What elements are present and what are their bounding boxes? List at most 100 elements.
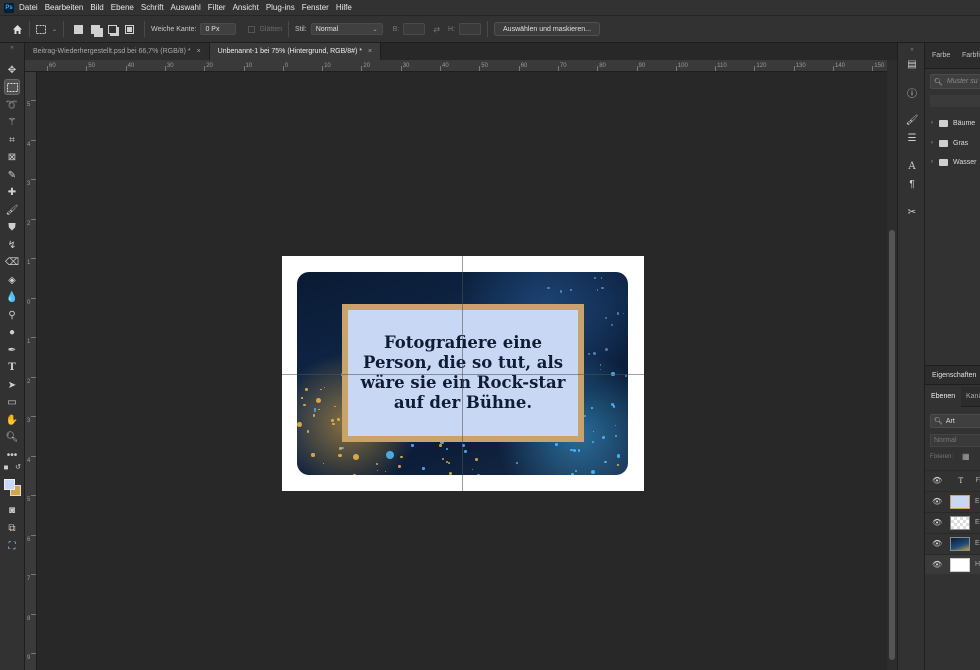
width-input[interactable] xyxy=(403,23,426,35)
brush-tool-icon[interactable]: 🖌 xyxy=(5,203,19,217)
panel-icons-column: « ▤ ⓘ 🖌 ☰ A ¶ ✂ xyxy=(897,43,925,670)
tab-farbe[interactable]: Farbe xyxy=(932,52,950,59)
move-tool-icon[interactable]: ✥ xyxy=(5,63,19,77)
vertical-ruler[interactable]: 5 4 3 2 1 0 1 2 3 4 5 6 7 8 9 xyxy=(25,72,37,670)
default-colors-icon[interactable]: ◼ xyxy=(2,463,10,471)
blur-tool-icon[interactable]: 💧 xyxy=(5,290,19,304)
rect-marquee-preset-icon[interactable] xyxy=(36,24,52,34)
info-icon[interactable]: ⓘ xyxy=(905,85,919,100)
share-icon[interactable]: ⛶ xyxy=(5,539,19,553)
swap-icon[interactable]: ⇄ xyxy=(433,25,440,34)
zoom-tool-icon[interactable]: 🔍︎ xyxy=(5,430,19,444)
layer-kind-filter[interactable]: 🔍︎ Art xyxy=(930,414,980,428)
foreground-color-swatch[interactable] xyxy=(4,479,15,490)
scroll-thumb[interactable] xyxy=(889,230,895,660)
crop-tool-icon[interactable]: ⌗ xyxy=(5,133,19,147)
magic-wand-tool-icon[interactable]: ⚚ xyxy=(5,115,19,129)
subtract-selection-icon[interactable] xyxy=(108,24,118,34)
menu-filter[interactable]: Filter xyxy=(208,3,226,12)
eyedropper-tool-icon[interactable]: ✎ xyxy=(5,168,19,182)
menu-fenster[interactable]: Fenster xyxy=(302,3,329,12)
paint-bucket-tool-icon[interactable]: ◈ xyxy=(5,273,19,287)
vertical-scrollbar[interactable] xyxy=(887,60,897,670)
quick-mask-icon[interactable]: ◙ xyxy=(5,503,19,517)
toolbar-collapse-icon[interactable]: » xyxy=(5,41,19,55)
screen-mode-icon[interactable]: ⧉ xyxy=(5,521,19,535)
close-icon[interactable]: × xyxy=(197,48,201,55)
type-tool-icon[interactable]: T xyxy=(5,360,19,374)
path-selection-tool-icon[interactable]: ➤ xyxy=(5,378,19,392)
more-tools-icon[interactable]: ••• xyxy=(5,448,19,462)
ruler-label: 120 xyxy=(756,63,767,69)
horizontal-ruler[interactable]: 60 50 40 30 20 10 0 10 20 30 40 50 60 70 80 90 100 110 120… xyxy=(25,60,887,72)
menu-schrift[interactable]: Schrift xyxy=(141,3,164,12)
tools-preset-icon[interactable]: ✂ xyxy=(905,205,919,219)
eye-icon[interactable]: 👁 xyxy=(932,476,942,485)
select-and-mask-button[interactable]: Auswählen und maskieren... xyxy=(494,22,600,36)
guide-horizontal[interactable] xyxy=(282,374,644,375)
menu-bild[interactable]: Bild xyxy=(90,3,103,12)
layer-row-photo[interactable]: 👁 E xyxy=(925,533,980,553)
layer-row-transparent[interactable]: 👁 E xyxy=(925,512,980,532)
adjustments-icon[interactable]: ☰ xyxy=(905,131,919,145)
character-panel-icon[interactable]: A xyxy=(905,159,919,173)
layer-row-background[interactable]: 👁 H xyxy=(925,554,980,574)
blend-mode-select[interactable]: Normal xyxy=(930,434,980,447)
brush-settings-icon[interactable]: 🖌 xyxy=(905,113,919,127)
panel-collapse-icon[interactable]: « xyxy=(905,43,919,57)
pen-tool-icon[interactable]: ✒ xyxy=(5,343,19,357)
antialias-checkbox[interactable] xyxy=(248,25,256,33)
rectangular-marquee-tool-icon[interactable] xyxy=(4,79,20,95)
new-selection-icon[interactable] xyxy=(74,24,84,34)
tab-ebenen[interactable]: Ebenen xyxy=(925,387,962,407)
eraser-tool-icon[interactable]: ⌫ xyxy=(5,255,19,269)
menu-ansicht[interactable]: Ansicht xyxy=(233,3,259,12)
menu-auswahl[interactable]: Auswahl xyxy=(171,3,201,12)
layer-row-text[interactable]: 👁 T F xyxy=(925,470,980,490)
add-selection-icon[interactable] xyxy=(91,24,101,34)
paragraph-panel-icon[interactable]: ¶ xyxy=(905,177,919,191)
menu-hilfe[interactable]: Hilfe xyxy=(336,3,352,12)
ruler-tick xyxy=(518,66,520,71)
tab-farbfelder[interactable]: Farbfi xyxy=(962,52,980,59)
tab-unbenannt[interactable]: Unbenannt-1 bei 75% (Hintergrund, RGB/8#… xyxy=(209,43,382,60)
lock-pixels-icon[interactable]: ▦ xyxy=(962,452,970,461)
frame-tool-icon[interactable]: ⊠ xyxy=(5,150,19,164)
folder-wasser[interactable]: › Wasser xyxy=(931,156,976,168)
eye-icon[interactable]: 👁 xyxy=(932,560,942,569)
menu-bearbeiten[interactable]: Bearbeiten xyxy=(45,3,84,12)
healing-brush-tool-icon[interactable]: ✚ xyxy=(5,185,19,199)
eye-icon[interactable]: 👁 xyxy=(932,539,942,548)
style-select[interactable]: Normal ⌄ xyxy=(310,23,383,35)
history-panel-icon[interactable]: ▤ xyxy=(905,57,919,71)
properties-header[interactable]: Eigenschaften xyxy=(925,365,980,385)
tab-kanaele[interactable]: Kanä xyxy=(966,387,980,407)
rectangle-tool-icon[interactable]: ▭ xyxy=(5,395,19,409)
swap-colors-icon[interactable]: ↺ xyxy=(14,463,22,471)
lasso-tool-icon[interactable]: ➰ xyxy=(5,98,19,112)
home-icon[interactable] xyxy=(11,23,23,35)
feather-input[interactable]: 0 Px xyxy=(200,23,237,35)
height-input[interactable] xyxy=(459,23,482,35)
menu-datei[interactable]: Datei xyxy=(19,3,38,12)
folder-gras[interactable]: › Gras xyxy=(931,137,968,149)
menu-plugins[interactable]: Plug-ins xyxy=(266,3,295,12)
eye-icon[interactable]: 👁 xyxy=(932,497,942,506)
menu-ebene[interactable]: Ebene xyxy=(111,3,134,12)
history-brush-tool-icon[interactable]: ↯ xyxy=(5,238,19,252)
photoshop-logo-icon[interactable]: Ps xyxy=(4,2,14,13)
ruler-tick xyxy=(164,66,166,71)
folder-baeume[interactable]: › Bäume xyxy=(931,117,975,129)
pattern-search-field[interactable]: 🔍︎ Muster su xyxy=(930,74,980,89)
close-icon[interactable]: × xyxy=(368,48,372,55)
eye-icon[interactable]: 👁 xyxy=(932,518,942,527)
clone-stamp-tool-icon[interactable]: ⛊ xyxy=(5,220,19,234)
layer-row-image[interactable]: 👁 E xyxy=(925,491,980,511)
sponge-tool-icon[interactable]: ● xyxy=(5,325,19,339)
hand-tool-icon[interactable]: ✋ xyxy=(5,413,19,427)
bokeh-dot xyxy=(331,418,335,422)
tab-beitrag[interactable]: Beitrag-Wiederhergestellt.psd bei 66,7% … xyxy=(25,43,210,60)
intersect-selection-icon[interactable] xyxy=(125,24,135,34)
chevron-down-icon[interactable]: ⌄ xyxy=(52,26,57,33)
dodge-tool-icon[interactable]: ⚲ xyxy=(5,308,19,322)
